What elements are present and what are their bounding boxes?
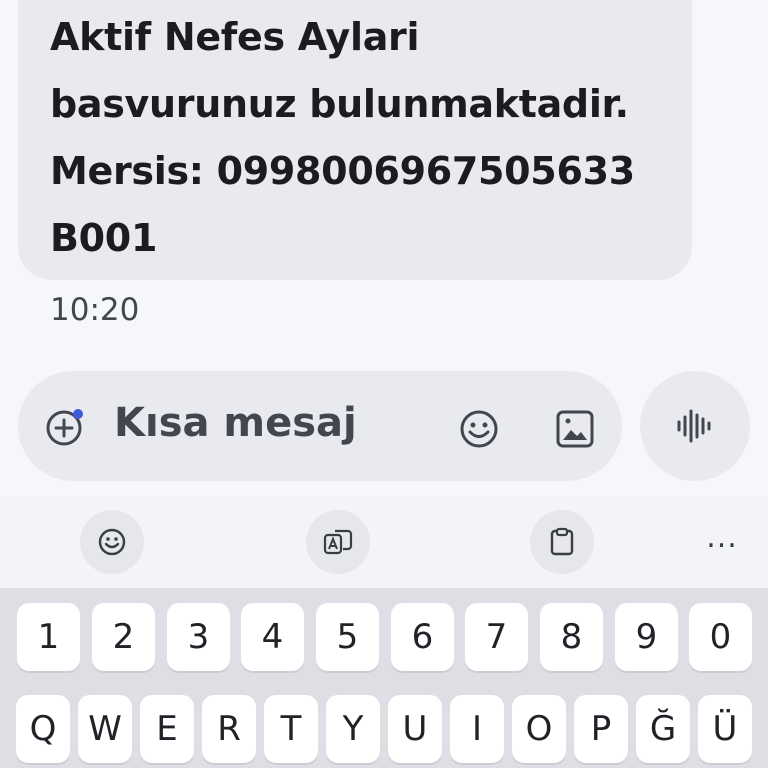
key-9[interactable]: 9: [615, 603, 678, 671]
key-8[interactable]: 8: [540, 603, 603, 671]
clipboard-button[interactable]: [530, 510, 594, 574]
emoji-keyboard-button[interactable]: [80, 510, 144, 574]
key-r[interactable]: R: [202, 695, 256, 763]
voice-message-button[interactable]: [640, 371, 750, 481]
key-y[interactable]: Y: [326, 695, 380, 763]
key-7[interactable]: 7: [465, 603, 528, 671]
key-q[interactable]: Q: [16, 695, 70, 763]
more-options-icon[interactable]: ...: [692, 520, 752, 560]
keyboard-toolbar: ...: [0, 496, 768, 588]
key-1[interactable]: 1: [17, 603, 80, 671]
message-composer[interactable]: Kısa mesaj: [18, 371, 622, 481]
message-line-3: Mersis: 0998006967505633: [50, 149, 635, 193]
key-e[interactable]: E: [140, 695, 194, 763]
key-5[interactable]: 5: [316, 603, 379, 671]
key-u[interactable]: U: [388, 695, 442, 763]
key-t[interactable]: T: [264, 695, 318, 763]
message-line-1: Aktif Nefes Aylari: [50, 15, 420, 59]
key-2[interactable]: 2: [92, 603, 155, 671]
key-g-breve[interactable]: Ğ: [636, 695, 690, 763]
key-4[interactable]: 4: [241, 603, 304, 671]
key-6[interactable]: 6: [391, 603, 454, 671]
key-w[interactable]: W: [78, 695, 132, 763]
message-bubble[interactable]: Aktif Nefes Aylari basvurunuz bulunmakta…: [18, 0, 692, 280]
message-line-4: B001: [50, 216, 158, 260]
key-3[interactable]: 3: [167, 603, 230, 671]
message-timestamp: 10:20: [50, 292, 140, 328]
add-attachment-icon[interactable]: [44, 406, 86, 448]
key-o[interactable]: O: [512, 695, 566, 763]
translate-icon: [323, 529, 353, 555]
key-i[interactable]: I: [450, 695, 504, 763]
key-0[interactable]: 0: [689, 603, 752, 671]
message-input[interactable]: Kısa mesaj: [114, 400, 357, 446]
audio-waveform-icon: [677, 409, 711, 443]
gallery-icon[interactable]: [554, 408, 596, 450]
emoji-icon[interactable]: [458, 408, 500, 450]
key-u-umlaut[interactable]: Ü: [698, 695, 752, 763]
key-p[interactable]: P: [574, 695, 628, 763]
translate-button[interactable]: [306, 510, 370, 574]
emoji-icon: [98, 528, 126, 556]
clipboard-icon: [550, 527, 574, 556]
message-line-2: basvurunuz bulunmaktadir.: [50, 82, 629, 126]
keyboard: 1 2 3 4 5 6 7 8 9 0 Q W E R T Y U I O P …: [0, 588, 768, 768]
